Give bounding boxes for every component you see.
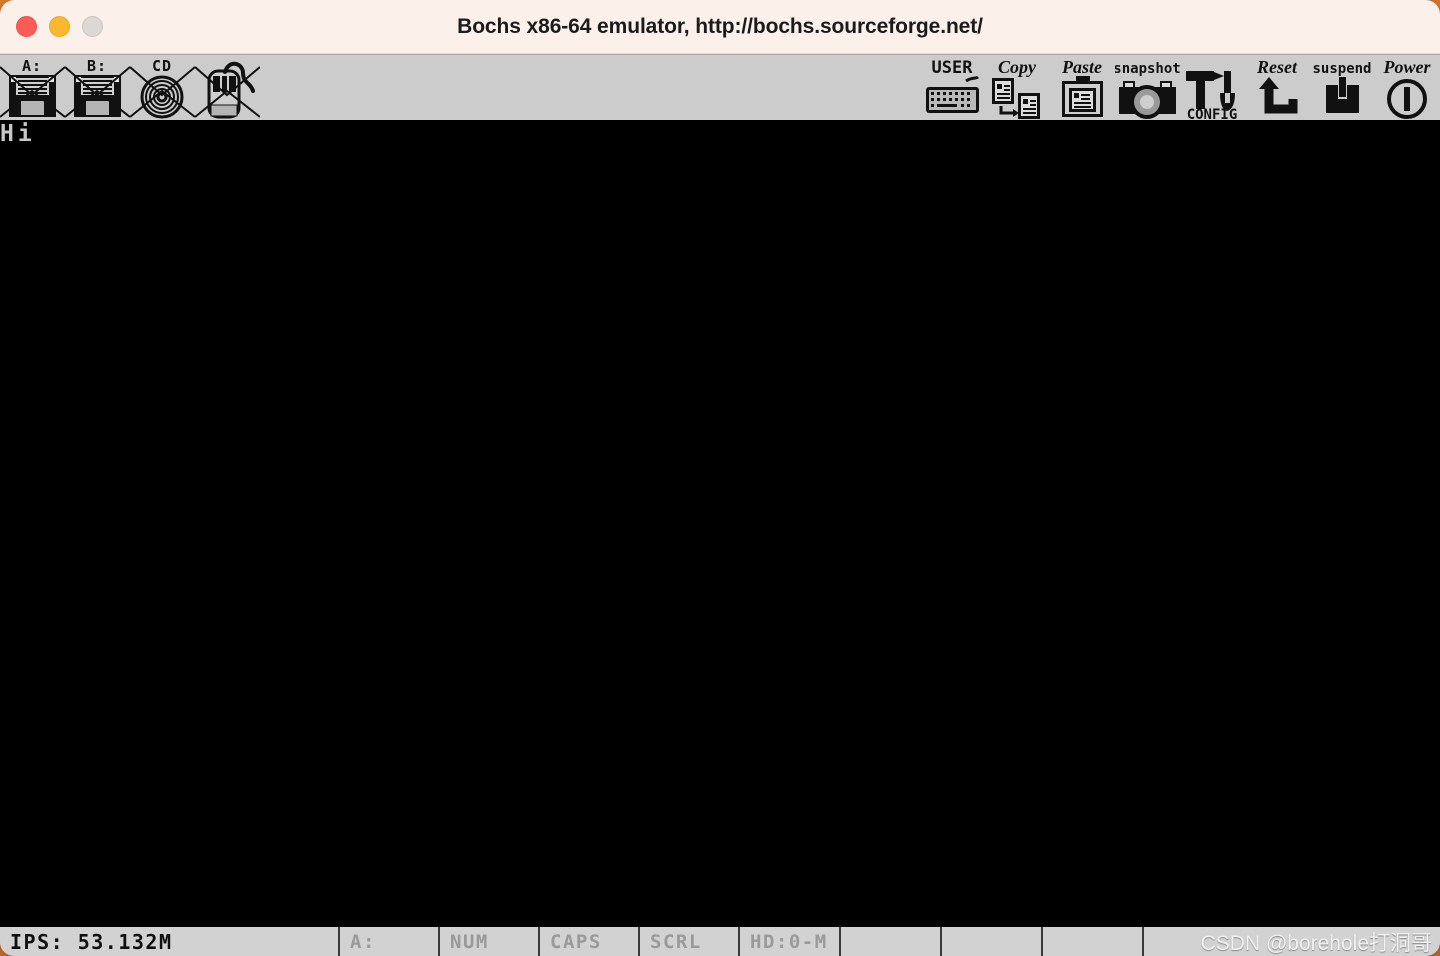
floppy-a-button[interactable]: A: [0,55,65,121]
floppy-b-button[interactable]: B: [65,55,130,121]
user-button[interactable]: USER [920,55,985,121]
csdn-watermark: CSDN @borehole打洞哥 [1200,931,1432,955]
svg-text:Paste: Paste [1061,57,1102,77]
status-spare-2 [942,927,1043,956]
status-floppy: A: [340,927,440,956]
config-button[interactable]: CONFIG [1180,55,1245,121]
paste-button[interactable]: Paste [1050,55,1115,121]
svg-text:snapshot: snapshot [1115,61,1180,77]
status-spare-3 [1043,927,1144,956]
status-num-lock: NUM [440,927,540,956]
svg-text:CONFIG: CONFIG [1187,107,1238,121]
bochs-statusbar: IPS: 53.132M A: NUM CAPS SCRL HD:0-M CSD… [0,926,1440,956]
desktop-backdrop: Bochs x86-64 emulator, http://bochs.sour… [0,0,1440,956]
reset-button[interactable]: Reset [1245,55,1310,121]
status-scroll-lock: SCRL [640,927,740,956]
minimize-window-button[interactable] [49,16,70,37]
status-spare-4: CSDN @borehole打洞哥 [1144,927,1440,956]
emulator-window: Bochs x86-64 emulator, http://bochs.sour… [0,0,1440,956]
toolbar-left-group: A: B: CD [0,55,260,121]
traffic-light-group [16,0,103,53]
mouse-button[interactable] [195,55,260,121]
suspend-button[interactable]: suspend [1310,55,1375,121]
svg-text:B:: B: [87,57,107,75]
snapshot-button[interactable]: snapshot [1115,55,1180,121]
screen-output-text: Hi [0,121,36,147]
svg-text:Copy: Copy [998,57,1037,77]
status-spare-1 [841,927,942,956]
svg-text:Power: Power [1383,57,1432,77]
svg-text:CD: CD [152,57,172,75]
svg-text:Reset: Reset [1256,57,1298,77]
vga-screen[interactable]: Hi [0,120,1440,926]
status-caps-lock: CAPS [540,927,640,956]
svg-text:A:: A: [22,57,42,75]
power-button[interactable]: Power [1375,55,1440,121]
svg-text:suspend: suspend [1312,61,1371,77]
window-title: Bochs x86-64 emulator, http://bochs.sour… [457,14,983,38]
copy-button[interactable]: Copy [985,55,1050,121]
svg-text:USER: USER [932,58,974,78]
zoom-window-button[interactable] [82,16,103,37]
toolbar-right-group: USER Copy Paste snapshot CONFIG Reset su… [920,55,1440,121]
window-titlebar: Bochs x86-64 emulator, http://bochs.sour… [0,0,1440,54]
cdrom-button[interactable]: CD [130,55,195,121]
status-ips: IPS: 53.132M [0,927,340,956]
close-window-button[interactable] [16,16,37,37]
status-harddisk: HD:0-M [740,927,841,956]
bochs-toolbar: A: B: CD USER Copy Paste snapshot CONFIG… [0,54,1440,121]
